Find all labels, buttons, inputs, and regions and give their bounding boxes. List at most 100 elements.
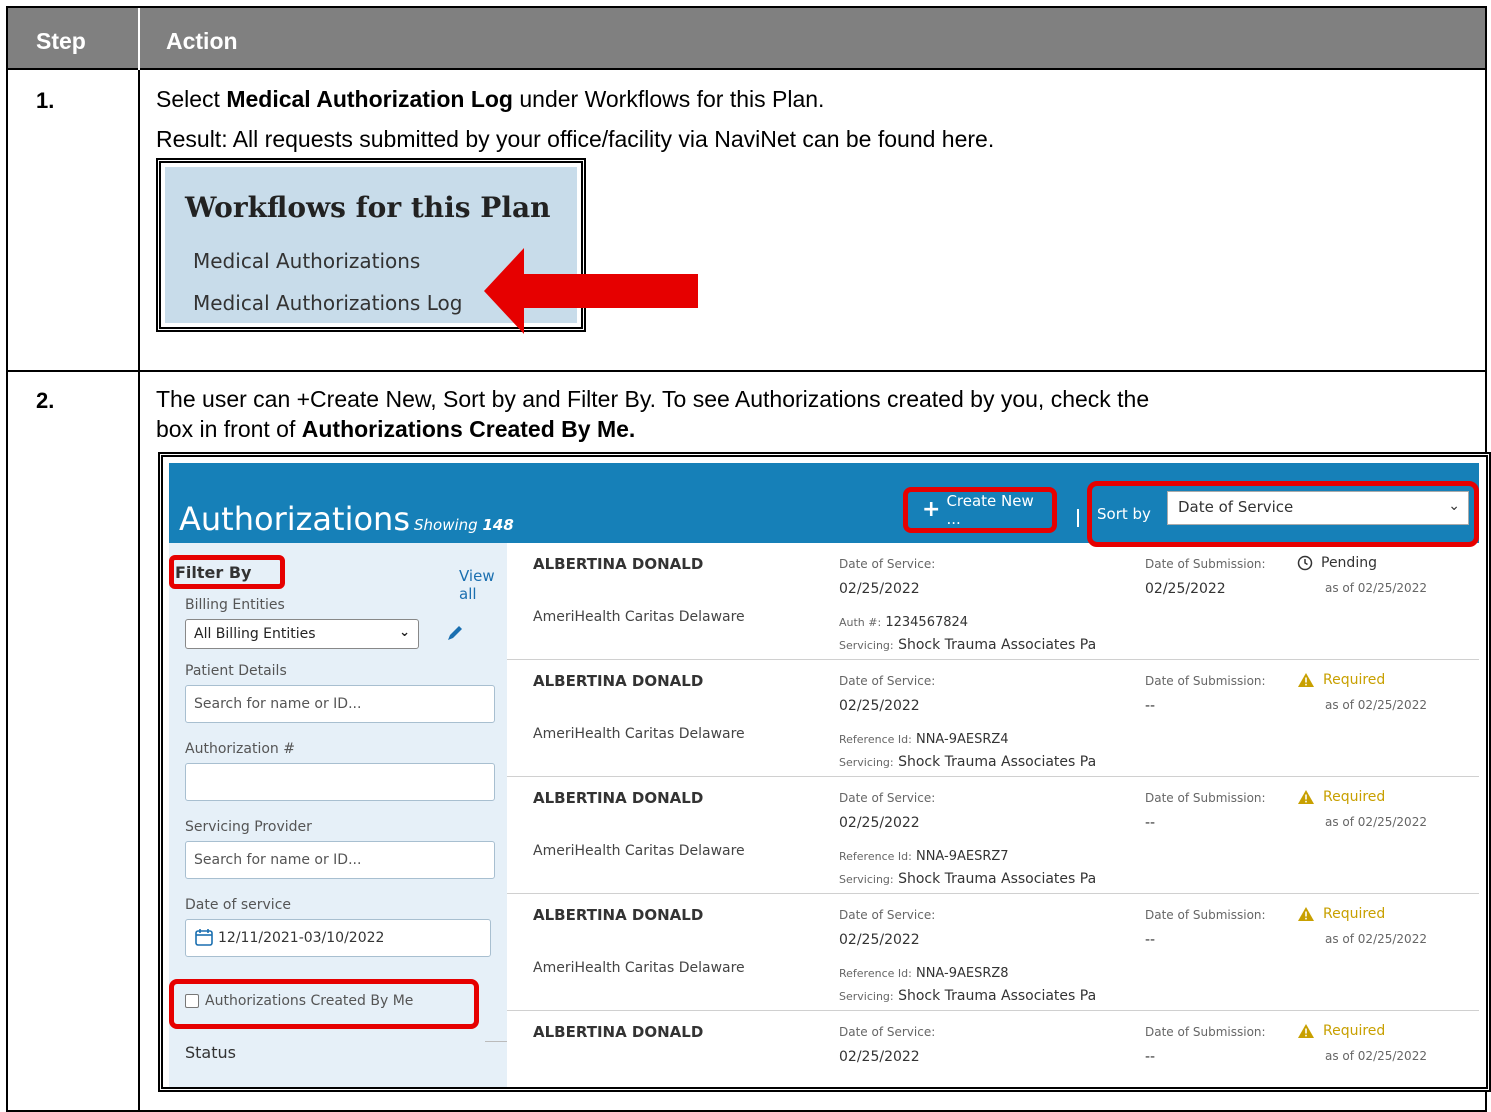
status-badge: Required xyxy=(1297,1023,1385,1039)
servicing-value: Shock Trauma Associates Pa xyxy=(898,637,1097,653)
instruction-table: Step Action 1. Select Medical Authorizat… xyxy=(6,6,1491,1112)
step-2-instruction: The user can +Create New, Sort by and Fi… xyxy=(156,386,1150,412)
showing-number: 148 xyxy=(482,516,514,534)
authorization-number-input[interactable] xyxy=(185,763,495,801)
status-text: Pending xyxy=(1321,555,1377,571)
showing-label: Showing xyxy=(414,516,478,534)
header-action: Action xyxy=(166,28,238,54)
authorization-row[interactable]: ALBERTINA DONALD Date of Service: 02/25/20… xyxy=(507,1011,1479,1087)
billing-entities-value: All Billing Entities xyxy=(194,626,316,642)
create-new-label: Create New ... xyxy=(946,492,1034,528)
authorization-id-label: Reference Id: xyxy=(839,733,912,746)
showing-count: Showing 148 xyxy=(414,516,514,534)
step-2-number: 2. xyxy=(36,388,55,413)
date-of-service-value: 02/25/2022 xyxy=(839,1049,920,1065)
servicing-value: Shock Trauma Associates Pa xyxy=(898,754,1097,770)
date-of-service-value: 02/25/2022 xyxy=(839,698,920,714)
warning-icon xyxy=(1298,1024,1314,1038)
plan-name: AmeriHealth Caritas Delaware xyxy=(533,726,745,742)
date-of-submission-label: Date of Submission: xyxy=(1145,674,1266,688)
servicing-provider: Servicing: Shock Trauma Associates Pa xyxy=(839,754,1096,770)
servicing-provider-input[interactable]: Search for name or ID... xyxy=(185,841,495,879)
plus-icon: + xyxy=(922,497,941,522)
step-1-text-post: under Workflows for this Plan. xyxy=(512,86,825,112)
date-of-submission-label: Date of Submission: xyxy=(1145,557,1266,571)
date-of-service-value: 02/25/2022 xyxy=(839,815,920,831)
checkbox[interactable] xyxy=(185,994,199,1008)
date-of-submission-value: -- xyxy=(1145,1049,1156,1065)
patient-name[interactable]: ALBERTINA DONALD xyxy=(533,906,703,924)
pencil-icon[interactable] xyxy=(445,623,465,643)
date-of-service-value: 02/25/2022 xyxy=(839,932,920,948)
header-column-divider xyxy=(138,8,140,70)
step-2-text-pre: box in front of xyxy=(156,416,302,442)
authorization-row[interactable]: ALBERTINA DONALD AmeriHealth Caritas Dela… xyxy=(507,543,1479,660)
patient-name[interactable]: ALBERTINA DONALD xyxy=(533,672,703,690)
warning-icon xyxy=(1298,673,1314,687)
chevron-down-icon: ⌄ xyxy=(1448,498,1460,514)
header-separator xyxy=(1077,509,1079,527)
plan-name: AmeriHealth Caritas Delaware xyxy=(533,960,745,976)
medical-authorizations-link[interactable]: Medical Authorizations xyxy=(193,249,420,273)
date-of-service-value: 12/11/2021-03/10/2022 xyxy=(218,930,385,946)
status-as-of: as of 02/25/2022 xyxy=(1325,815,1427,829)
sort-by-select[interactable]: Date of Service ⌄ xyxy=(1167,491,1469,525)
status-text: Required xyxy=(1323,672,1386,688)
chevron-down-icon: ⌄ xyxy=(399,625,410,640)
status-text: Required xyxy=(1323,1023,1386,1039)
servicing-label: Servicing: xyxy=(839,639,894,652)
date-of-submission-label: Date of Submission: xyxy=(1145,791,1266,805)
column-divider xyxy=(138,70,140,1110)
authorization-id: Reference Id: NNA-9AESRZ4 xyxy=(839,732,1009,747)
warning-icon xyxy=(1298,790,1314,804)
authorizations-title-text: Authorizations xyxy=(179,500,410,538)
date-of-submission-value: -- xyxy=(1145,698,1156,714)
sort-by-label: Sort by xyxy=(1097,505,1151,523)
step-1-instruction: Select Medical Authorization Log under W… xyxy=(156,86,1456,113)
date-of-service-input[interactable]: 12/11/2021-03/10/2022 xyxy=(185,919,491,957)
view-all-link[interactable]: View all xyxy=(459,567,507,603)
patient-name[interactable]: ALBERTINA DONALD xyxy=(533,789,703,807)
workflows-title: Workflows for this Plan xyxy=(185,191,551,224)
servicing-label: Servicing: xyxy=(839,756,894,769)
date-of-service-label: Date of Service: xyxy=(839,674,936,688)
date-of-submission-value: -- xyxy=(1145,932,1156,948)
authorization-id: Reference Id: NNA-9AESRZ7 xyxy=(839,849,1009,864)
step-2-instruction-line2: box in front of Authorizations Created B… xyxy=(156,416,1456,443)
medical-authorizations-log-link[interactable]: Medical Authorizations Log xyxy=(193,291,462,315)
patient-name[interactable]: ALBERTINA DONALD xyxy=(533,1023,703,1041)
billing-entities-label: Billing Entities xyxy=(185,597,285,613)
billing-entities-select[interactable]: All Billing Entities ⌄ xyxy=(185,619,419,649)
create-new-button[interactable]: + Create New ... xyxy=(903,487,1057,533)
servicing-provider: Servicing: Shock Trauma Associates Pa xyxy=(839,988,1096,1004)
servicing-value: Shock Trauma Associates Pa xyxy=(898,988,1097,1004)
authorization-id-value: NNA-9AESRZ7 xyxy=(915,849,1009,864)
calendar-icon xyxy=(195,929,213,946)
authorization-id-label: Reference Id: xyxy=(839,850,912,863)
authorization-id-value: 1234567824 xyxy=(885,615,969,630)
red-arrow-icon xyxy=(484,248,698,334)
header-step: Step xyxy=(36,28,86,54)
filter-sidebar: Filter By View all Billing Entities All … xyxy=(169,543,507,1087)
authorization-id-label: Auth #: xyxy=(839,616,882,629)
servicing-provider: Servicing: Shock Trauma Associates Pa xyxy=(839,637,1096,653)
authorization-row[interactable]: ALBERTINA DONALD AmeriHealth Caritas Dela… xyxy=(507,777,1479,894)
authorizations-screenshot: Authorizations Showing 148 + Create New .… xyxy=(158,452,1491,1092)
step-1-number: 1. xyxy=(36,88,55,113)
authorization-row[interactable]: ALBERTINA DONALD AmeriHealth Caritas Dela… xyxy=(507,894,1479,1011)
date-of-service-label: Date of Service: xyxy=(839,1025,936,1039)
created-by-me-checkbox[interactable]: Authorizations Created By Me xyxy=(185,993,413,1009)
step-2-text-bold: Authorizations Created By Me. xyxy=(301,416,636,442)
step-1-text-bold: Medical Authorization Log xyxy=(226,86,513,112)
patient-search-input[interactable]: Search for name or ID... xyxy=(185,685,495,723)
patient-name[interactable]: ALBERTINA DONALD xyxy=(533,555,703,573)
authorization-row[interactable]: ALBERTINA DONALD AmeriHealth Caritas Dela… xyxy=(507,660,1479,777)
date-of-service-label: Date of service xyxy=(185,897,292,913)
date-of-submission-label: Date of Submission: xyxy=(1145,908,1266,922)
servicing-label: Servicing: xyxy=(839,990,894,1003)
status-badge: Pending xyxy=(1297,555,1377,571)
date-of-submission-value: 02/25/2022 xyxy=(1145,581,1226,597)
plan-name: AmeriHealth Caritas Delaware xyxy=(533,609,745,625)
plan-name: AmeriHealth Caritas Delaware xyxy=(533,843,745,859)
servicing-provider-label: Servicing Provider xyxy=(185,819,312,835)
